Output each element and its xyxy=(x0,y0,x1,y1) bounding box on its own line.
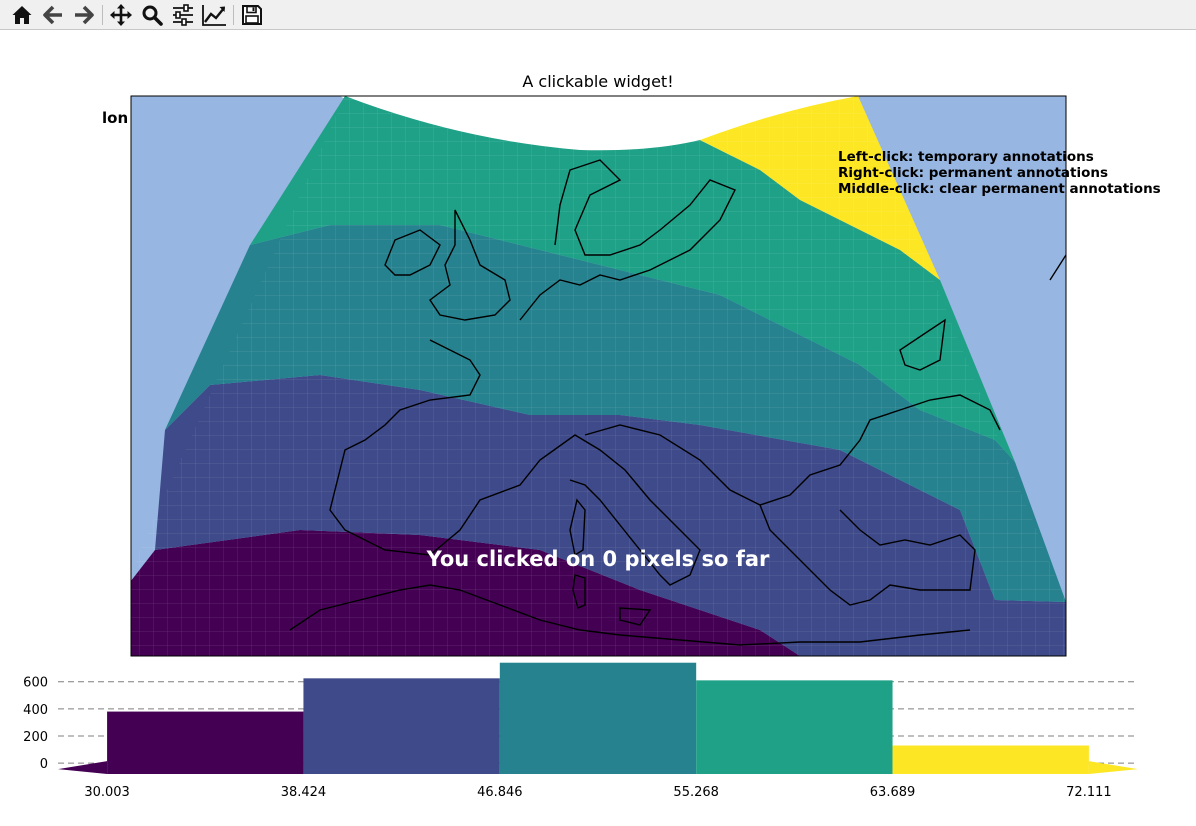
sliders-icon xyxy=(173,4,193,26)
x-tick-label: 63.689 xyxy=(870,785,916,800)
save-button[interactable] xyxy=(239,2,265,28)
x-tick-label: 38.424 xyxy=(281,785,327,800)
hist-bar[interactable] xyxy=(499,662,697,774)
instruction-left-click: Left-click: temporary annotations xyxy=(838,149,1094,165)
arrow-left-icon xyxy=(43,5,62,25)
click-counter-text: You clicked on 0 pixels so far xyxy=(426,547,770,571)
configure-subplots-button[interactable] xyxy=(170,2,196,28)
edit-axis-button[interactable] xyxy=(201,2,227,28)
figure-canvas: A clickable widget! lon / lat xyxy=(23,72,1161,800)
zoom-button[interactable] xyxy=(139,2,165,28)
x-tick-label: 72.111 xyxy=(1066,785,1112,800)
y-tick-label: 200 xyxy=(23,730,48,745)
instruction-middle-click: Middle-click: clear permanent annotation… xyxy=(838,181,1161,197)
move-icon xyxy=(110,4,132,26)
arrow-right-icon xyxy=(75,5,94,25)
map-title: A clickable widget! xyxy=(522,72,673,91)
hist-bar[interactable] xyxy=(892,745,1089,775)
histogram[interactable]: 0 200 400 600 30.003 38.424 46.846 55.268 63.689… xyxy=(23,662,1138,800)
back-button[interactable] xyxy=(40,2,66,28)
line-chart-icon xyxy=(202,5,226,26)
home-button[interactable] xyxy=(9,2,35,28)
toolbar-separator xyxy=(102,5,103,25)
home-icon xyxy=(12,6,32,24)
instructions: Left-click: temporary annotations Right-… xyxy=(838,149,1161,197)
magnifier-icon xyxy=(142,5,163,26)
pan-button[interactable] xyxy=(108,2,134,28)
forward-button[interactable] xyxy=(71,2,97,28)
hist-bar[interactable] xyxy=(107,711,304,774)
y-tick-label: 400 xyxy=(23,703,48,718)
floppy-disk-icon xyxy=(242,5,262,25)
instruction-right-click: Right-click: permanent annotations xyxy=(838,165,1108,181)
x-tick-label: 30.003 xyxy=(84,785,130,800)
y-tick-label: 0 xyxy=(40,757,48,772)
toolbar xyxy=(0,0,1196,30)
hist-bar[interactable] xyxy=(696,680,893,774)
y-tick-label: 600 xyxy=(23,676,48,691)
toolbar-separator xyxy=(233,5,234,25)
x-tick-label: 55.268 xyxy=(673,785,719,800)
hist-bar[interactable] xyxy=(303,678,500,774)
x-tick-label: 46.846 xyxy=(477,785,523,800)
